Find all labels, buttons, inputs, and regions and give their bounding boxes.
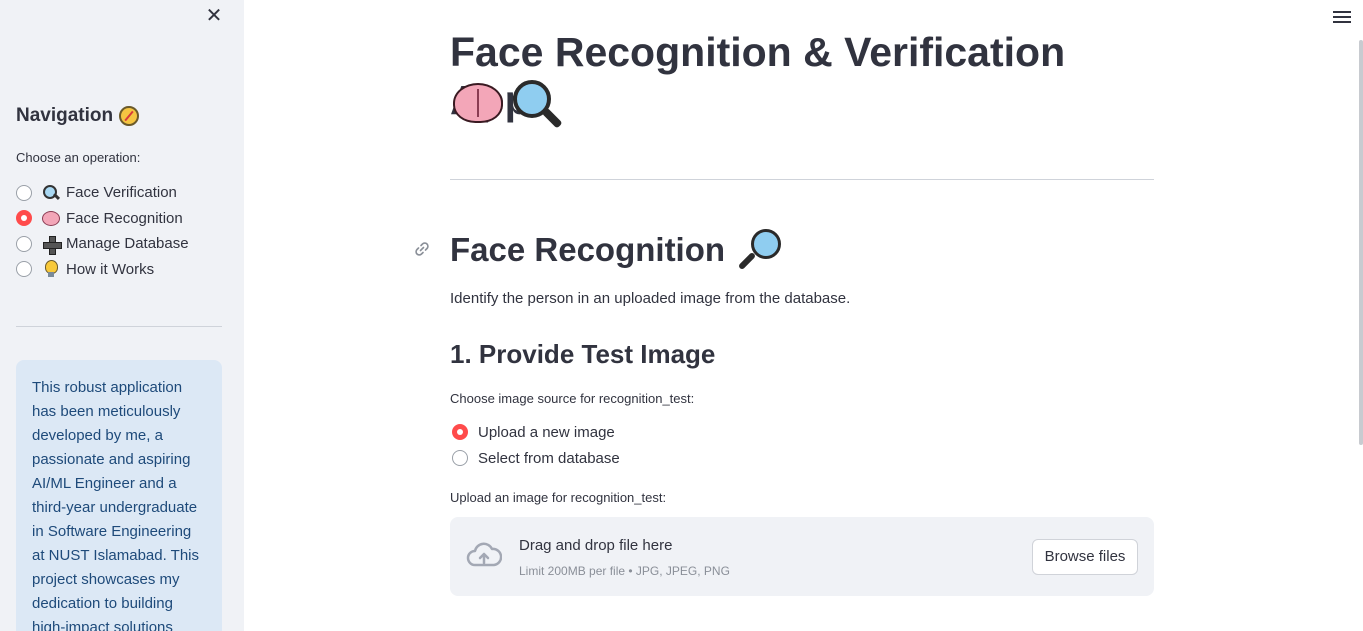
- radio-button[interactable]: [16, 184, 32, 201]
- dropzone-title: Drag and drop file here: [519, 537, 673, 554]
- sidebar: ✕ Navigation Choose an operation: Face V…: [0, 0, 244, 631]
- source-label: Choose image source for recognition_test…: [450, 391, 695, 406]
- radio-button[interactable]: [452, 450, 468, 466]
- browse-files-button[interactable]: Browse files: [1032, 539, 1138, 575]
- operation-label: Choose an operation:: [16, 150, 141, 165]
- file-dropzone[interactable]: Drag and drop file here Limit 200MB per …: [450, 517, 1154, 596]
- sidebar-heading: Navigation: [16, 105, 140, 127]
- compass-icon: [119, 106, 140, 126]
- hamburger-menu-icon[interactable]: [1333, 8, 1351, 24]
- scrollbar[interactable]: [1359, 40, 1363, 445]
- title-emojis: [453, 80, 565, 128]
- step-heading: 1. Provide Test Image: [450, 339, 716, 369]
- magnifier-icon: [737, 229, 782, 271]
- section-description: Identify the person in an uploaded image…: [450, 290, 851, 307]
- bulb-icon: [42, 260, 60, 278]
- radio-manage-database[interactable]: Manage Database: [16, 231, 189, 257]
- magnifier-icon: [42, 184, 60, 202]
- operation-radio-group: Face Verification Face Recognition Manag…: [16, 180, 189, 282]
- radio-face-verification[interactable]: Face Verification: [16, 180, 189, 206]
- source-radio-group: Upload a new image Select from database: [452, 419, 620, 471]
- plus-icon: [42, 235, 62, 255]
- anchor-link-icon[interactable]: [413, 240, 431, 258]
- radio-button[interactable]: [16, 261, 32, 278]
- title-divider: [450, 179, 1154, 180]
- section-heading: Face Recognition: [450, 228, 782, 272]
- radio-face-recognition[interactable]: Face Recognition: [16, 206, 189, 232]
- radio-select-database[interactable]: Select from database: [452, 445, 620, 471]
- radio-button-selected[interactable]: [452, 424, 468, 440]
- radio-upload-new[interactable]: Upload a new image: [452, 419, 620, 445]
- upload-label: Upload an image for recognition_test:: [450, 490, 667, 505]
- cloud-upload-icon: [466, 541, 503, 569]
- radio-button-selected[interactable]: [16, 210, 32, 227]
- close-sidebar-icon[interactable]: ✕: [204, 6, 224, 26]
- radio-button[interactable]: [16, 235, 32, 252]
- brain-icon: [42, 210, 60, 226]
- magnifier-icon: [513, 80, 565, 128]
- dropzone-limit: Limit 200MB per file • JPG, JPEG, PNG: [519, 564, 730, 578]
- brain-icon: [453, 83, 503, 123]
- info-box: This robust application has been meticul…: [16, 360, 222, 631]
- radio-how-it-works[interactable]: How it Works: [16, 257, 189, 283]
- sidebar-divider: [16, 326, 222, 327]
